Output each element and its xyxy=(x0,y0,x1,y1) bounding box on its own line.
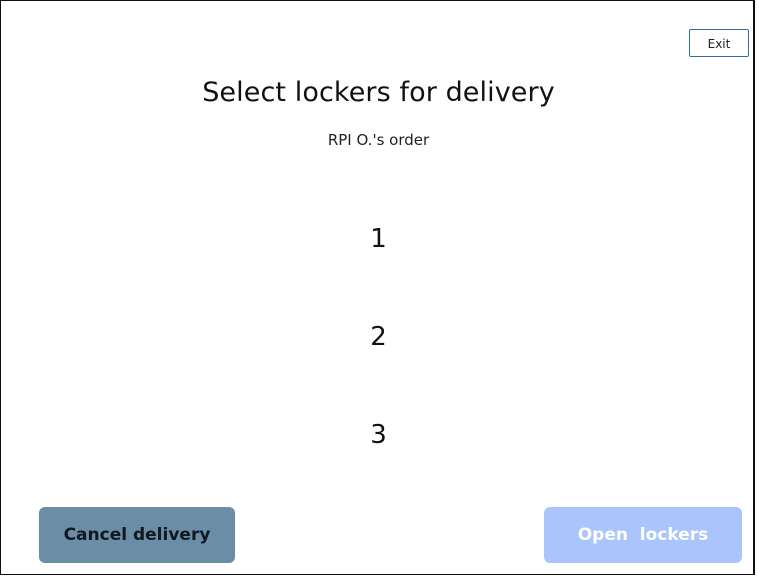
locker-number: 2 xyxy=(370,322,387,352)
locker-number: 1 xyxy=(370,224,387,254)
open-lockers-button[interactable]: Open lockers xyxy=(544,507,742,563)
locker-option-1[interactable]: 1 xyxy=(1,201,756,277)
cancel-delivery-button[interactable]: Cancel delivery xyxy=(39,507,235,563)
locker-number: 3 xyxy=(370,420,387,450)
locker-selection-screen: Exit Select lockers for delivery RPI O.'… xyxy=(0,0,755,575)
page-title: Select lockers for delivery xyxy=(202,77,555,108)
locker-option-3[interactable]: 3 xyxy=(1,397,756,473)
order-subtitle: RPI O.'s order xyxy=(327,131,430,149)
exit-button[interactable]: Exit xyxy=(689,29,749,57)
locker-option-2[interactable]: 2 xyxy=(1,299,756,375)
